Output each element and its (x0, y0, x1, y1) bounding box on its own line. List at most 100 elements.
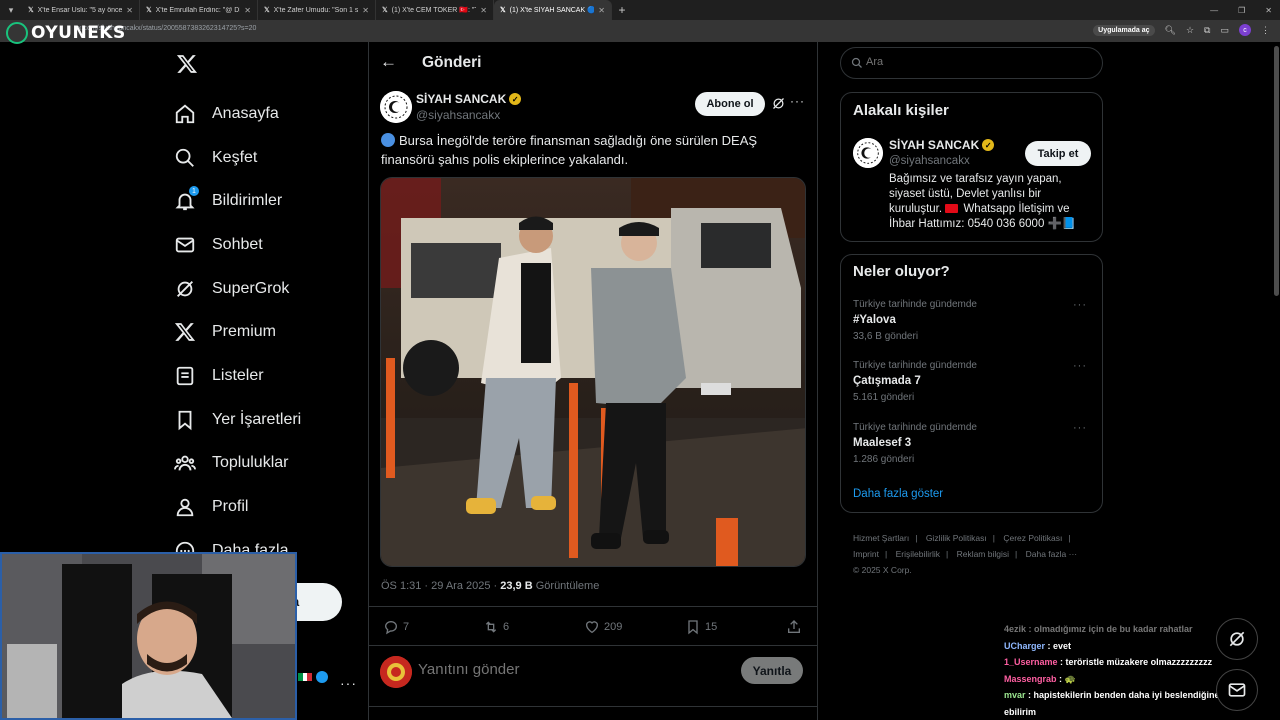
new-tab-button[interactable]: + (612, 3, 632, 17)
trend-more-icon[interactable]: ··· (1073, 360, 1087, 372)
profile-avatar[interactable]: c (1239, 24, 1251, 36)
stream-logo: OYUNEKS (6, 22, 126, 44)
profile-icon (176, 498, 194, 517)
nav-item-supergrok[interactable]: SuperGrok (174, 267, 301, 311)
verified-gold-icon: ✓ (509, 93, 522, 105)
share-button[interactable] (786, 619, 802, 635)
tab-close-icon[interactable]: ✕ (362, 6, 369, 15)
tab-close-icon[interactable]: ✕ (244, 6, 251, 15)
x-favicon-icon: 𝕏 (146, 7, 152, 14)
share-icon (788, 620, 800, 633)
my-avatar[interactable] (380, 656, 412, 688)
footer-link[interactable]: Çerez Politikası (1003, 533, 1062, 543)
tweet-more-icon[interactable]: ··· (790, 94, 805, 108)
trend-more-icon[interactable]: ··· (1073, 422, 1087, 434)
open-in-app-button[interactable]: Uygulamada aç (1093, 24, 1155, 36)
browser-tab[interactable]: 𝕏X'te Ensar Uslu: "5 ay önce http✕ (22, 0, 140, 20)
footer-link[interactable]: Reklam bilgisi (957, 549, 1009, 559)
author-handle[interactable]: @siyahsancakx (416, 108, 500, 122)
browser-tab[interactable]: 𝕏 X'te Emrullah Erdinc: "@ DEA ✕ (140, 0, 258, 20)
grok-icon (1229, 631, 1245, 647)
chat-username: mvar (1004, 690, 1026, 700)
chat-username: 1_Username (1004, 657, 1058, 667)
turkey-flag-icon (945, 204, 959, 213)
minimize-icon[interactable]: — (1210, 6, 1218, 15)
related-name[interactable]: SİYAH SANCAK ✓ (889, 138, 995, 152)
reply-button[interactable]: 7 (383, 619, 409, 635)
chat-message: UCharger : evet (1004, 640, 1072, 651)
author-name[interactable]: SİYAH SANCAK ✓ (416, 92, 522, 106)
browser-tab-strip: ▾ 𝕏X'te Ensar Uslu: "5 ay önce http✕ 𝕏X'… (0, 0, 1280, 20)
extensions-icon[interactable]: ⧉ (1204, 25, 1210, 36)
footer-link[interactable]: Erişilebilirlik (896, 549, 940, 559)
footer-link[interactable]: Imprint (853, 549, 879, 559)
webcam-feed (2, 554, 295, 718)
x-icon (174, 323, 196, 342)
messages-floating-button[interactable] (1216, 669, 1258, 711)
footer-links: Hizmet Şartları | Gizlilik Politikası | Çe… (853, 533, 1078, 575)
grok-floating-button[interactable] (1216, 618, 1258, 660)
repost-icon (485, 621, 497, 633)
tab-search-button[interactable]: ▾ (0, 0, 22, 20)
x-favicon-icon: 𝕏 (500, 7, 506, 14)
browser-menu-icon[interactable]: ⋮ (1261, 25, 1270, 36)
nav-item-premium[interactable]: Premium (174, 310, 301, 354)
back-arrow-icon[interactable]: ← (380, 52, 398, 72)
follow-button[interactable]: Takip et (1025, 141, 1091, 166)
footer-link[interactable]: Hizmet Şartları (853, 533, 909, 543)
verified-badge-icon (316, 671, 328, 683)
x-logo-icon[interactable] (176, 53, 198, 75)
footer-link[interactable]: Gizlilik Politikası (926, 533, 987, 543)
trend-item[interactable]: Türkiye tarihinde gündemde Maalesef 3 1.… (853, 422, 1093, 465)
scrollbar-thumb[interactable] (1274, 46, 1279, 296)
nav-item-communities[interactable]: Topluluklar (174, 442, 301, 486)
chat-message: ebilirim (1004, 706, 1037, 717)
home-icon (175, 104, 195, 124)
tweet-timestamp[interactable]: ÖS 1:31 · 29 Ara 2025 · 23,9 B Görüntüle… (381, 580, 599, 592)
nav-item-lists[interactable]: Listeler (174, 354, 301, 398)
browser-tab[interactable]: 𝕏(1) X'te CEM TOKER 🇹🇷: "Terö✕ (376, 0, 494, 20)
trend-more-icon[interactable]: ··· (1073, 299, 1087, 311)
sidebar-icon[interactable]: ▭ (1220, 25, 1229, 36)
author-avatar[interactable] (380, 91, 412, 123)
subscribe-button[interactable]: Abone ol (695, 92, 765, 116)
window-controls: — ❐ ✕ (1210, 0, 1272, 20)
close-window-icon[interactable]: ✕ (1265, 6, 1272, 15)
crescent-logo-icon (380, 91, 412, 123)
like-button[interactable]: 209 (584, 619, 622, 635)
related-handle[interactable]: @siyahsancakx (889, 155, 970, 167)
maximize-icon[interactable]: ❐ (1238, 6, 1245, 15)
browser-tab-active[interactable]: 𝕏(1) X'te SİYAH SANCAK 🔵 Bu✕ (494, 0, 612, 20)
nav-item-notifications[interactable]: 1 Bildirimler (174, 179, 301, 223)
tab-close-icon[interactable]: ✕ (480, 6, 487, 15)
repost-button[interactable]: 6 (483, 619, 509, 635)
zoom-icon[interactable]: 🔍︎ (1165, 25, 1176, 36)
reply-input[interactable] (418, 661, 718, 678)
grok-icon[interactable] (771, 96, 786, 111)
tab-close-icon[interactable]: ✕ (598, 6, 605, 15)
nav-item-chat[interactable]: Sohbet (174, 223, 301, 267)
nav-item-explore[interactable]: Keşfet (174, 136, 301, 180)
trend-item[interactable]: Türkiye tarihinde gündemde #Yalova 33,6 … (853, 299, 1093, 342)
nav-item-profile[interactable]: Profil (174, 485, 301, 529)
search-input[interactable] (866, 56, 1066, 68)
reply-submit-button[interactable]: Yanıtla (741, 657, 803, 684)
tab-close-icon[interactable]: ✕ (126, 6, 133, 15)
related-avatar[interactable] (853, 138, 883, 168)
account-menu-icon[interactable]: ··· (340, 675, 357, 691)
tweet-photo[interactable] (380, 177, 806, 567)
logo-mark-icon (6, 22, 28, 44)
italy-flag-icon (298, 673, 313, 681)
bookmark-button[interactable]: 15 (685, 619, 717, 635)
chat-message: mvar : hapistekilerin benden daha iyi be… (1004, 690, 1220, 700)
footer-link[interactable]: Daha fazla ··· (1026, 549, 1078, 559)
primary-navigation: Anasayfa Keşfet 1 Bildirimler Sohbet Sup… (174, 92, 301, 573)
browser-tab[interactable]: 𝕏X'te Zafer Umudu: "Son 1 sene✕ (258, 0, 376, 20)
stream-chat: 4ezik : olmadığımız için de bu kadar rah… (1004, 621, 1228, 720)
nav-item-bookmarks[interactable]: Yer İşaretleri (174, 398, 301, 442)
show-more-link[interactable]: Daha fazla göster (853, 488, 943, 500)
reply-icon (384, 621, 398, 635)
trend-item[interactable]: Türkiye tarihinde gündemde Çatışmada 7 5… (853, 360, 1093, 403)
star-icon[interactable]: ☆ (1186, 25, 1194, 36)
nav-item-home[interactable]: Anasayfa (174, 92, 301, 136)
